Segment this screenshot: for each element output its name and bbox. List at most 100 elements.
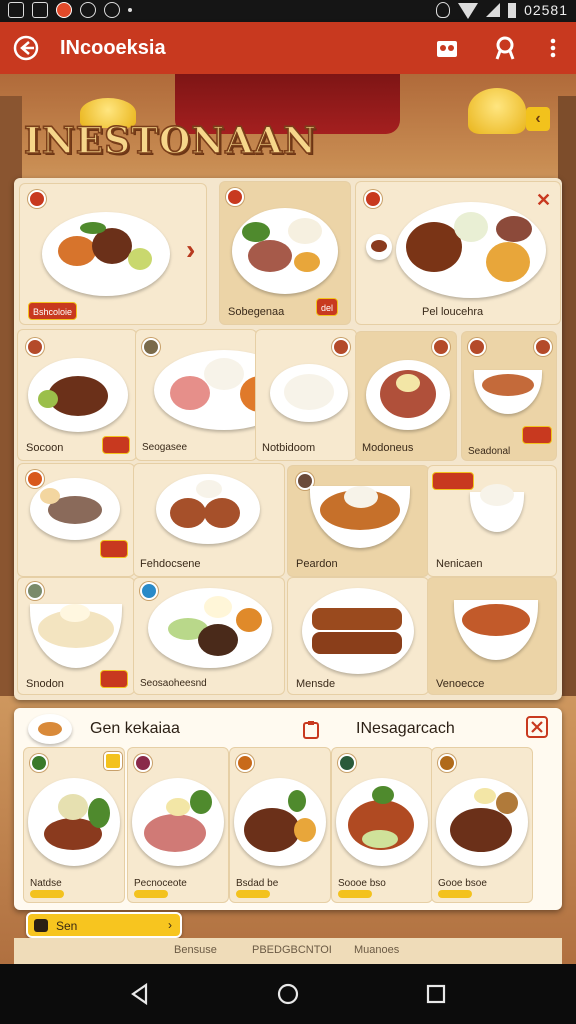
tab-1[interactable]: PBEDGBCNTOI [252,944,332,956]
dish-card[interactable]: Seosaoheesnd [134,578,284,694]
dish-label: Gooe bsoe [438,878,487,889]
category-badge-icon [30,754,48,772]
rating-bar [438,890,472,898]
battery-icon [508,2,517,18]
status-time: 02581 [524,2,568,18]
featured-dish-card[interactable]: Bshcoloie [20,184,206,324]
dish-label: Notbidoom [262,442,316,454]
dish-label: Bshcoloie [28,302,78,320]
dish-plate [336,778,428,866]
back-arrow-icon[interactable] [12,34,40,62]
category-badge-icon [134,754,152,772]
next-arrow-icon[interactable]: › [186,234,195,266]
dish-plate [132,778,224,866]
dish-card[interactable]: Peardon [288,466,428,576]
home-circle-icon[interactable] [276,982,300,1006]
location-icon [436,2,451,18]
dish-card[interactable]: Mensde [288,578,428,694]
category-badge-icon [226,188,244,206]
dish-plate [232,208,338,294]
dish-card[interactable]: Snodon [18,578,134,694]
panel-left-title: Gen kekaiaa [90,720,180,737]
dish-plate [366,360,450,430]
recents-square-icon[interactable] [424,982,448,1006]
category-badge-icon [26,470,44,488]
dish-label: Sobegenaa [228,306,285,318]
dish-plate [148,588,272,668]
chat-icon [104,2,120,18]
collapse-chevron-icon[interactable]: ‹ [526,107,550,131]
price-tag [522,426,552,444]
dish-label: Seadonal [468,446,511,457]
dish-label: Bsdad be [236,878,279,889]
recommended-dish-card[interactable]: Soooe bso [332,748,432,902]
dish-card[interactable]: Fehdocsene [134,464,284,576]
category-badge-icon [26,338,44,356]
more-dot-icon [128,8,132,12]
overflow-menu-icon[interactable] [540,35,566,61]
wifi-icon [458,3,479,19]
category-badge-icon [534,338,552,356]
recommended-dish-card[interactable]: Natdse [24,748,124,902]
back-triangle-icon[interactable] [128,982,152,1006]
lamp-right [468,88,526,134]
dish-card[interactable]: Modoneus [356,332,456,460]
bottom-tabs: Bensuse PBEDGBCNTOI Muanoes [14,938,562,964]
close-icon[interactable] [526,716,548,738]
noodle-bowl [30,604,122,668]
featured-dish-card[interactable]: ✕ Pel loucehra [356,182,560,324]
cart-chip[interactable]: Sen › [26,912,182,938]
dish-card[interactable]: Seogasee [136,330,294,460]
restaurant-banner: INESTONAAN [23,119,318,163]
dish-label: Soooe bso [338,878,386,889]
featured-dish-card[interactable]: Sobegenaa del [220,182,350,324]
cart-icon[interactable] [434,35,460,61]
dish-plate [396,202,546,298]
dish-card[interactable]: Socoon [18,330,136,460]
dish-card[interactable] [18,464,134,576]
dish-plate [30,478,120,540]
dish-plate [42,212,170,296]
tab-2[interactable]: Muanoes [354,944,399,956]
dish-label: Venoecce [436,678,485,690]
category-badge-icon [236,754,254,772]
photo-icon [8,2,24,18]
bag-icon [34,919,48,932]
price-tag [102,436,130,454]
recommended-dish-card[interactable]: Bsdad be [230,748,330,902]
clipboard-icon[interactable] [302,720,320,740]
sauce-dish [366,234,392,260]
dish-card[interactable]: Seadonal [462,332,556,460]
recommended-dish-card[interactable]: Pecnoceote [128,748,228,902]
status-bar: 02581 [0,0,576,22]
app-notification-icon [56,2,72,18]
favorite-icon[interactable] [104,752,122,770]
dish-card[interactable]: Venoecce [428,578,556,694]
tab-0[interactable]: Bensuse [174,944,217,956]
app-title: INcooeksia [60,37,166,59]
clock-icon [80,2,96,18]
dish-plate [28,358,128,432]
category-badge-icon [432,338,450,356]
price-tag [100,540,128,558]
profile-icon[interactable] [492,35,518,61]
signal-icon [486,3,501,17]
rating-bar [338,890,372,898]
dish-plate [234,778,326,866]
price-tag: del [316,298,339,316]
dish-card[interactable]: Nenicaen [428,466,556,576]
rating-bar [134,890,168,898]
dish-plate [28,778,120,866]
app-bar: INcooeksia [0,22,576,74]
recommended-dish-card[interactable]: Gooe bsoe [432,748,532,902]
dish-label: Modoneus [362,442,414,454]
dish-card[interactable]: Notbidoom [256,330,356,460]
dish-plate [302,588,414,674]
system-navigation-bar [0,964,576,1024]
dish-label: Pecnoceote [134,878,187,889]
chevron-right-icon: › [168,918,172,932]
rating-bar [30,890,64,898]
menu-board: Bshcoloie › Sobegenaa del ✕ Pel loucehra [14,178,562,700]
close-icon[interactable]: ✕ [536,190,551,211]
notification-icons [8,2,132,18]
